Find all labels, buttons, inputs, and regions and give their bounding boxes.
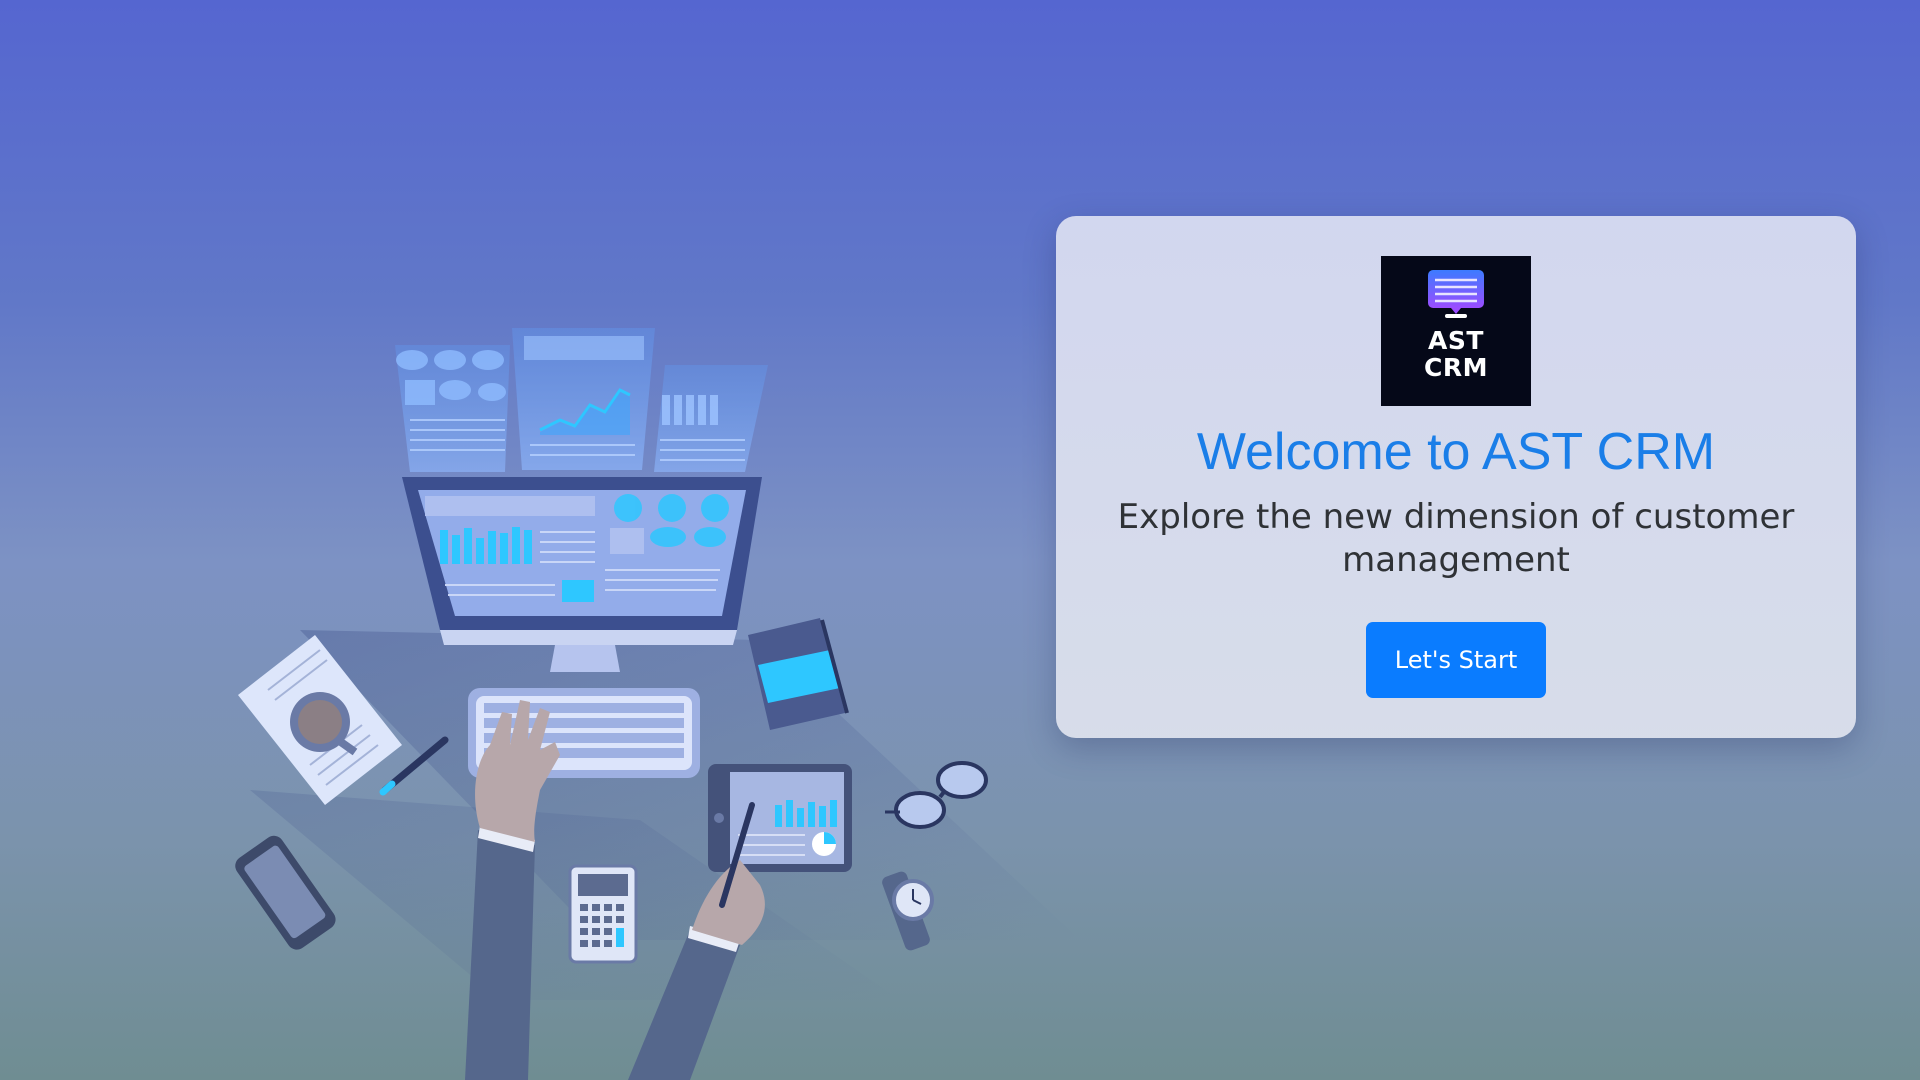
floating-dashboard-panels — [395, 328, 768, 472]
workspace-desk-illustration — [235, 328, 1080, 1080]
lets-start-button[interactable]: Let's Start — [1366, 622, 1546, 698]
landing-page: AST CRM Welcome to AST CRM Explore the n… — [0, 0, 1920, 1080]
app-logo: AST CRM — [1381, 256, 1531, 406]
logo-text-line2: CRM — [1424, 353, 1488, 382]
calculator — [568, 864, 638, 964]
page-title: Welcome to AST CRM — [1196, 423, 1716, 481]
tablet — [708, 764, 852, 872]
welcome-card: AST CRM Welcome to AST CRM Explore the n… — [1056, 216, 1856, 738]
page-subtitle: Explore the new dimension of customer ma… — [1117, 497, 1795, 580]
logo-text-line1: AST — [1428, 326, 1484, 355]
monitor — [402, 477, 762, 672]
